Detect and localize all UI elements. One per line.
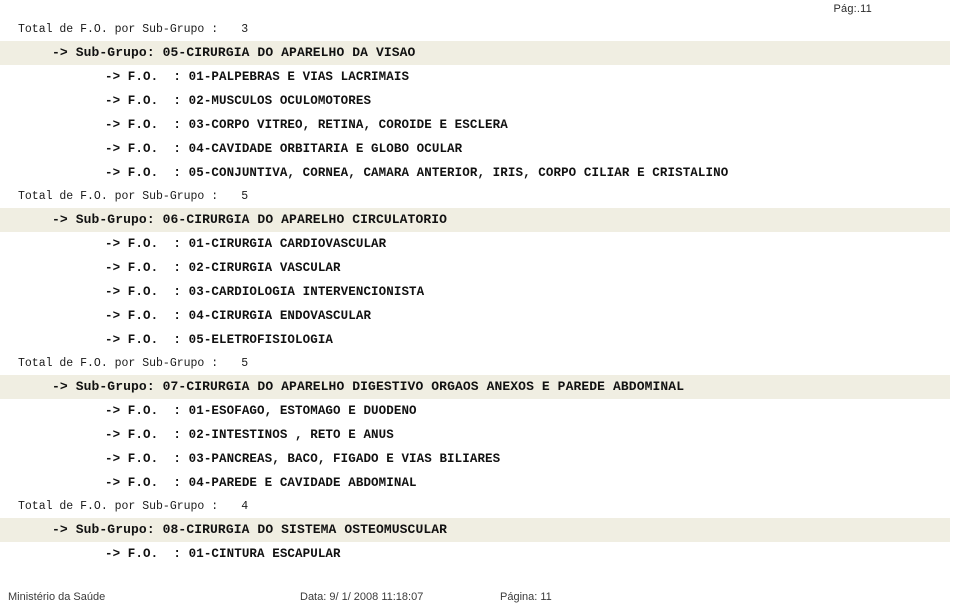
total-label: Total de F.O. por Sub-Grupo : xyxy=(18,500,219,513)
fo-detail-row: -> F.O. : 03-CORPO VITREO, RETINA, COROI… xyxy=(0,113,960,137)
report-page: Pág:.11 Total de F.O. por Sub-Grupo : 3 ->… xyxy=(0,0,960,613)
subgroup-header-row: -> Sub-Grupo: 07-CIRURGIA DO APARELHO DI… xyxy=(0,375,950,399)
total-row: Total de F.O. por Sub-Grupo : 5 xyxy=(0,185,960,208)
fo-detail-row: -> F.O. : 01-PALPEBRAS E VIAS LACRIMAIS xyxy=(0,65,960,89)
fo-detail-row: -> F.O. : 01-CIRURGIA CARDIOVASCULAR xyxy=(0,232,960,256)
page-footer: Ministério da Saúde Data: 9/ 1/ 2008 11:… xyxy=(0,591,960,607)
footer-organization: Ministério da Saúde xyxy=(8,591,106,603)
total-row: Total de F.O. por Sub-Grupo : 3 xyxy=(0,18,960,41)
total-row: Total de F.O. por Sub-Grupo : 5 xyxy=(0,352,960,375)
total-label: Total de F.O. por Sub-Grupo : xyxy=(18,357,219,370)
total-row: Total de F.O. por Sub-Grupo : 4 xyxy=(0,495,960,518)
total-label: Total de F.O. por Sub-Grupo : xyxy=(18,190,219,203)
fo-detail-row: -> F.O. : 02-INTESTINOS , RETO E ANUS xyxy=(0,423,960,447)
total-count: 5 xyxy=(241,357,249,370)
fo-detail-row: -> F.O. : 02-CIRURGIA VASCULAR xyxy=(0,256,960,280)
fo-detail-row: -> F.O. : 01-ESOFAGO, ESTOMAGO E DUODENO xyxy=(0,399,960,423)
fo-detail-row: -> F.O. : 04-PAREDE E CAVIDADE ABDOMINAL xyxy=(0,471,960,495)
fo-detail-row: -> F.O. : 04-CIRURGIA ENDOVASCULAR xyxy=(0,304,960,328)
subgroup-header-row: -> Sub-Grupo: 06-CIRURGIA DO APARELHO CI… xyxy=(0,208,950,232)
report-body: Total de F.O. por Sub-Grupo : 3 -> Sub-Gru… xyxy=(0,18,960,566)
fo-detail-row: -> F.O. : 02-MUSCULOS OCULOMOTORES xyxy=(0,89,960,113)
footer-page-number: Página: 11 xyxy=(500,591,552,603)
fo-detail-row: -> F.O. : 03-CARDIOLOGIA INTERVENCIONIST… xyxy=(0,280,960,304)
page-marker: Pág:.11 xyxy=(833,3,872,15)
total-count: 5 xyxy=(241,190,249,203)
fo-detail-row: -> F.O. : 04-CAVIDADE ORBITARIA E GLOBO … xyxy=(0,137,960,161)
fo-detail-row: -> F.O. : 05-CONJUNTIVA, CORNEA, CAMARA … xyxy=(0,161,960,185)
subgroup-header-row: -> Sub-Grupo: 05-CIRURGIA DO APARELHO DA… xyxy=(0,41,950,65)
total-label: Total de F.O. por Sub-Grupo : xyxy=(18,23,219,36)
total-count: 3 xyxy=(241,23,249,36)
fo-detail-row: -> F.O. : 03-PANCREAS, BACO, FIGADO E VI… xyxy=(0,447,960,471)
total-count: 4 xyxy=(241,500,249,513)
footer-date: Data: 9/ 1/ 2008 11:18:07 xyxy=(300,591,424,603)
subgroup-header-row: -> Sub-Grupo: 08-CIRURGIA DO SISTEMA OST… xyxy=(0,518,950,542)
fo-detail-row: -> F.O. : 01-CINTURA ESCAPULAR xyxy=(0,542,960,566)
fo-detail-row: -> F.O. : 05-ELETROFISIOLOGIA xyxy=(0,328,960,352)
